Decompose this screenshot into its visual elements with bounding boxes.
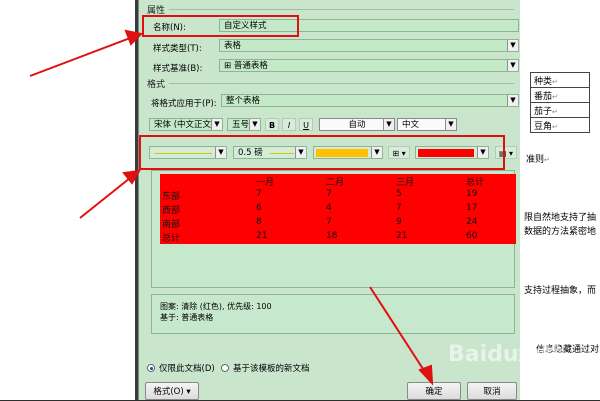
arrow-line: [29, 37, 131, 77]
arrow-line: [79, 177, 131, 219]
arrow-head: [124, 29, 144, 46]
arrow-line: [369, 286, 426, 373]
watermark: Baidu经验: [448, 342, 563, 367]
arrow-head: [418, 364, 434, 386]
